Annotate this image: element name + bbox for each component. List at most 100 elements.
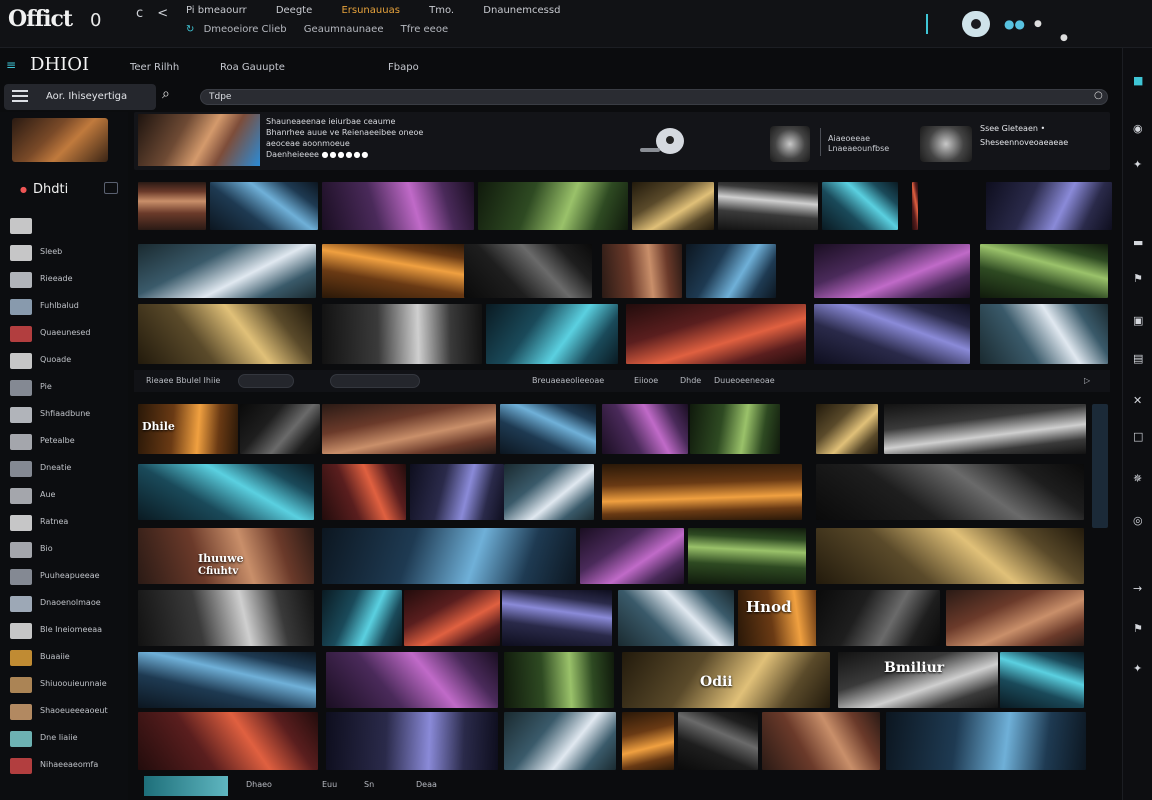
video-thumbnail[interactable] [580,528,684,584]
sidebar-item[interactable]: Quaeunesed [10,324,124,344]
video-thumbnail[interactable] [686,244,776,298]
toolbar-icon[interactable]: ⚑ [1133,622,1143,635]
video-thumbnail[interactable] [502,590,612,646]
video-thumbnail[interactable] [816,404,878,454]
video-thumbnail[interactable] [618,590,734,646]
video-thumbnail[interactable] [322,304,482,364]
video-thumbnail[interactable] [138,590,314,646]
sidebar-item[interactable]: Ble Ineiomeeaa [10,621,124,641]
video-thumbnail[interactable] [322,244,472,298]
sidebar-item[interactable]: Ratnea [10,513,124,533]
video-thumbnail[interactable] [138,244,316,298]
video-thumbnail[interactable] [678,712,758,770]
toolbar-icon[interactable]: ✦ [1133,158,1142,171]
forward-button[interactable]: < [157,6,168,21]
featured-thumbnail[interactable] [138,114,260,166]
scrollbar[interactable] [1092,404,1108,528]
toolbar-icon[interactable]: ▣ [1133,314,1143,327]
toolbar-icon[interactable]: ▤ [1133,352,1143,365]
video-thumbnail[interactable] [632,182,714,230]
toolbar-icon[interactable]: ◉ [1133,122,1143,135]
section-pill[interactable] [238,374,294,388]
address-segment[interactable]: Dmeoeiore Clieb [204,24,287,35]
video-thumbnail[interactable] [814,304,970,364]
sidebar-item[interactable]: Shaoeueeeaoeut [10,702,124,722]
next-icon[interactable]: ▷ [1084,376,1090,385]
video-thumbnail[interactable] [912,182,918,230]
footer-label[interactable]: Deaa [416,780,437,789]
dot-icon[interactable]: ● [1060,26,1068,50]
header-link[interactable]: Roa Gauupte [220,62,285,73]
footer-label[interactable]: Dhaeo [246,780,272,789]
video-thumbnail[interactable] [822,182,898,230]
menu-item[interactable]: Pi bmeaourr [186,5,247,16]
video-thumbnail[interactable] [326,712,498,770]
sidebar-item[interactable]: Puuheapueeae [10,567,124,587]
toolbar-icon[interactable]: ✦ [1133,662,1142,675]
video-thumbnail[interactable] [980,304,1108,364]
section-label[interactable]: Dhde [680,376,701,385]
video-thumbnail[interactable] [718,182,818,230]
video-thumbnail[interactable] [410,464,504,520]
video-thumbnail[interactable] [980,244,1108,298]
section-label[interactable]: Duueoeeneoae [714,376,775,385]
video-thumbnail[interactable] [486,304,618,364]
video-thumbnail[interactable] [688,528,806,584]
video-thumbnail[interactable] [814,244,970,298]
toolbar-icon[interactable]: → [1133,582,1142,595]
dot-icon[interactable]: ● [1034,12,1042,36]
sidebar-item[interactable]: Shfiaadbune [10,405,124,425]
sidebar-item[interactable]: Aue [10,486,124,506]
video-thumbnail[interactable] [816,590,940,646]
sidebar-item[interactable] [10,216,124,236]
video-thumbnail[interactable] [322,590,402,646]
footer-label[interactable]: Euu [322,780,337,789]
video-thumbnail[interactable] [500,404,596,454]
sidebar-item[interactable]: Fuhlbalud [10,297,124,317]
menu-item[interactable]: Deegte [276,5,312,16]
search-icon[interactable]: ⌕ [162,86,170,102]
sidebar-thumbnail[interactable] [12,118,108,162]
video-thumbnail[interactable] [240,404,320,454]
brand-title[interactable]: DHIOI [30,54,89,75]
toolbar-icon[interactable]: ◎ [1133,514,1143,527]
video-thumbnail[interactable] [138,464,314,520]
video-thumbnail[interactable] [816,464,1084,520]
menu-item[interactable]: Dnaunemcessd [483,5,560,16]
clear-icon[interactable]: ○ [1094,90,1103,101]
section-label[interactable]: Rieaee Bbulel Ihiie [146,376,220,385]
app-logo[interactable]: Offict [8,6,73,32]
video-thumbnail[interactable] [322,464,406,520]
sidebar-item[interactable]: Dne Iiaiie [10,729,124,749]
sidebar-item[interactable]: Bio [10,540,124,560]
glasses-icon[interactable]: ●● [1004,12,1025,36]
featured-banner[interactable]: Shauneaeenae ieiurbae ceaume Bhanrhee au… [134,112,1110,170]
sidebar-item[interactable]: Sleeb [10,243,124,263]
video-thumbnail[interactable] [464,244,592,298]
video-thumbnail[interactable] [210,182,318,230]
sidebar-item[interactable]: Rieeade [10,270,124,290]
toolbar-icon[interactable]: □ [1133,430,1143,443]
sidebar-item[interactable]: Dnaoenolmaoe [10,594,124,614]
sidebar-item[interactable]: Shiuoouieunnaie [10,675,124,695]
video-thumbnail[interactable] [946,590,1084,646]
media-thumbnail[interactable] [770,126,810,162]
toolbar-icon[interactable]: ✵ [1133,472,1142,485]
toolbar-icon[interactable]: ■ [1133,74,1143,87]
video-thumbnail[interactable] [504,712,616,770]
header-link[interactable]: Fbapo [388,62,419,73]
section-label[interactable]: Eiiooe [634,376,658,385]
sidebar-item[interactable]: Quoade [10,351,124,371]
sidebar-item[interactable]: Petealbe [10,432,124,452]
video-thumbnail[interactable] [322,528,576,584]
video-thumbnail[interactable] [690,404,780,454]
video-thumbnail[interactable] [622,712,674,770]
video-thumbnail[interactable] [138,652,316,708]
video-thumbnail[interactable] [602,244,682,298]
menu-item[interactable]: Tmo. [429,5,454,16]
video-thumbnail[interactable] [404,590,500,646]
section-pill[interactable] [330,374,420,388]
video-thumbnail[interactable] [138,712,318,770]
section-label[interactable]: Breuaeaeolieeoae [532,376,604,385]
sidebar-item[interactable]: Buaaiie [10,648,124,668]
